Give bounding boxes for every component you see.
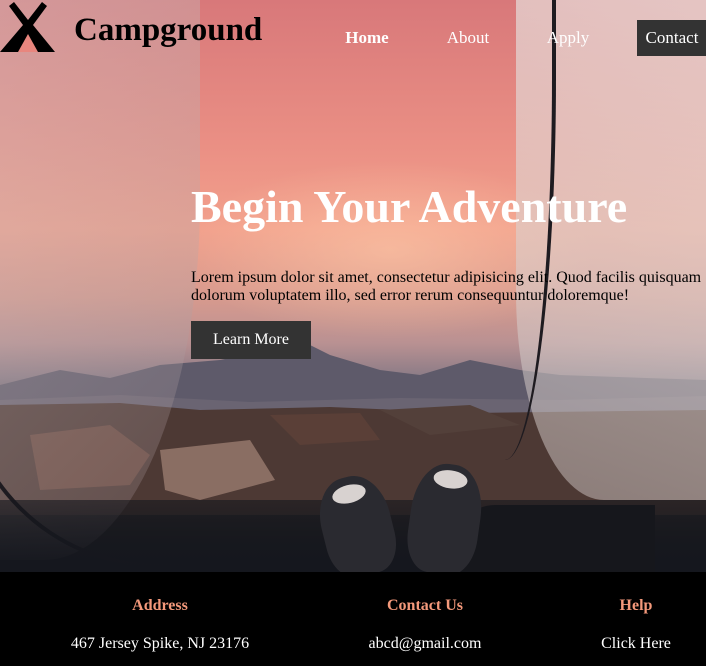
footer-contact: Contact Us abcd@gmail.com	[325, 572, 525, 653]
footer-heading: Contact Us	[387, 597, 463, 614]
footer-email-link[interactable]: abcd@gmail.com	[325, 635, 525, 653]
navbar: Campground Home About Apply Contact	[0, 0, 706, 76]
brand-name[interactable]: Campground	[74, 12, 262, 49]
footer-address: Address 467 Jersey Spike, NJ 23176	[60, 572, 260, 653]
learn-more-button[interactable]: Learn More	[191, 321, 311, 359]
nav-apply[interactable]: Apply	[534, 20, 602, 56]
footer: Address 467 Jersey Spike, NJ 23176 Conta…	[0, 572, 706, 666]
leg	[455, 505, 655, 572]
hero-text: Lorem ipsum dolor sit amet, consectetur …	[191, 269, 702, 304]
nav-home[interactable]: Home	[330, 20, 404, 56]
footer-help: Help Click Here	[576, 572, 696, 653]
nav-contact[interactable]: Contact	[637, 20, 706, 56]
footer-text: 467 Jersey Spike, NJ 23176	[70, 635, 250, 652]
nav-about[interactable]: About	[432, 20, 504, 56]
hero-title: Begin Your Adventure	[191, 181, 628, 232]
footer-heading: Help	[619, 597, 653, 614]
tent-frame-left	[0, 40, 188, 568]
help-link[interactable]: Click Here	[576, 635, 696, 653]
tent-icon	[0, 2, 55, 52]
footer-heading: Address	[132, 597, 188, 614]
